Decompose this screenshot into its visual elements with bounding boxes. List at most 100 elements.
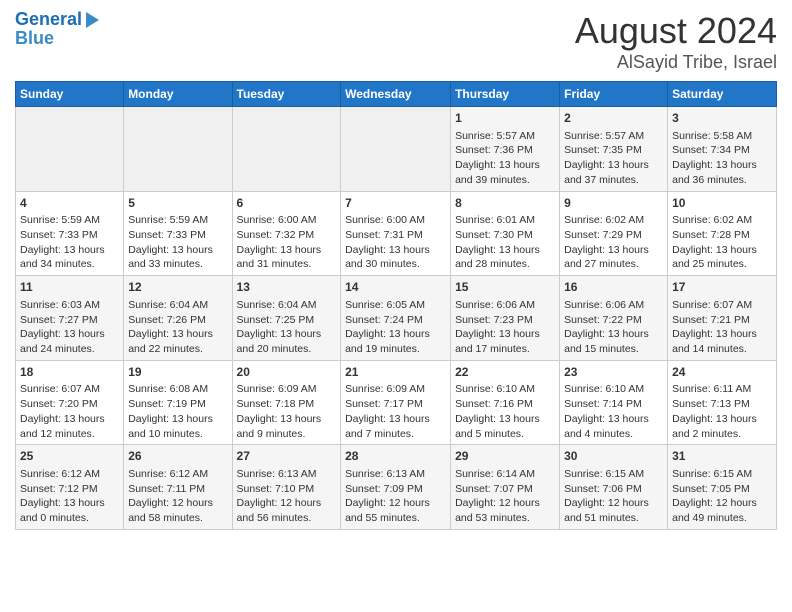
day-number: 29 — [455, 448, 555, 465]
day-info: Sunset: 7:30 PM — [455, 228, 555, 243]
day-info: Daylight: 13 hours and 20 minutes. — [237, 327, 337, 356]
calendar-cell: 3Sunrise: 5:58 AMSunset: 7:34 PMDaylight… — [668, 107, 777, 192]
day-info: Sunset: 7:25 PM — [237, 313, 337, 328]
logo-blue: Blue — [15, 28, 54, 49]
day-info: Daylight: 13 hours and 25 minutes. — [672, 243, 772, 272]
week-row-5: 25Sunrise: 6:12 AMSunset: 7:12 PMDayligh… — [16, 445, 777, 530]
day-info: Sunrise: 6:10 AM — [564, 382, 663, 397]
day-info: Daylight: 12 hours and 56 minutes. — [237, 496, 337, 525]
day-info: Daylight: 13 hours and 30 minutes. — [345, 243, 446, 272]
calendar-cell: 23Sunrise: 6:10 AMSunset: 7:14 PMDayligh… — [560, 360, 668, 445]
calendar-cell — [16, 107, 124, 192]
day-info: Sunrise: 6:15 AM — [672, 467, 772, 482]
day-info: Daylight: 13 hours and 9 minutes. — [237, 412, 337, 441]
day-info: Daylight: 13 hours and 17 minutes. — [455, 327, 555, 356]
day-info: Sunset: 7:29 PM — [564, 228, 663, 243]
page-header: General Blue August 2024 AlSayid Tribe, … — [15, 10, 777, 73]
day-number: 19 — [128, 364, 227, 381]
day-info: Sunset: 7:35 PM — [564, 143, 663, 158]
week-row-1: 1Sunrise: 5:57 AMSunset: 7:36 PMDaylight… — [16, 107, 777, 192]
day-number: 15 — [455, 279, 555, 296]
weekday-header-row: SundayMondayTuesdayWednesdayThursdayFrid… — [16, 82, 777, 107]
day-info: Sunrise: 6:00 AM — [237, 213, 337, 228]
calendar-cell: 20Sunrise: 6:09 AMSunset: 7:18 PMDayligh… — [232, 360, 341, 445]
day-number: 24 — [672, 364, 772, 381]
day-number: 27 — [237, 448, 337, 465]
day-info: Sunrise: 5:59 AM — [20, 213, 119, 228]
day-info: Daylight: 13 hours and 4 minutes. — [564, 412, 663, 441]
calendar-cell: 26Sunrise: 6:12 AMSunset: 7:11 PMDayligh… — [124, 445, 232, 530]
day-info: Sunset: 7:19 PM — [128, 397, 227, 412]
calendar-cell: 25Sunrise: 6:12 AMSunset: 7:12 PMDayligh… — [16, 445, 124, 530]
day-info: Daylight: 12 hours and 51 minutes. — [564, 496, 663, 525]
day-number: 7 — [345, 195, 446, 212]
weekday-header-monday: Monday — [124, 82, 232, 107]
day-info: Daylight: 13 hours and 10 minutes. — [128, 412, 227, 441]
day-number: 1 — [455, 110, 555, 127]
day-info: Sunset: 7:34 PM — [672, 143, 772, 158]
day-info: Sunrise: 6:12 AM — [20, 467, 119, 482]
day-number: 21 — [345, 364, 446, 381]
calendar-title: August 2024 — [575, 10, 777, 52]
day-number: 25 — [20, 448, 119, 465]
day-info: Daylight: 13 hours and 27 minutes. — [564, 243, 663, 272]
day-info: Sunset: 7:11 PM — [128, 482, 227, 497]
day-info: Sunrise: 6:06 AM — [455, 298, 555, 313]
day-info: Sunset: 7:27 PM — [20, 313, 119, 328]
day-info: Sunrise: 6:12 AM — [128, 467, 227, 482]
day-info: Sunset: 7:17 PM — [345, 397, 446, 412]
day-info: Sunset: 7:23 PM — [455, 313, 555, 328]
day-info: Daylight: 13 hours and 24 minutes. — [20, 327, 119, 356]
day-info: Sunset: 7:07 PM — [455, 482, 555, 497]
calendar-cell — [124, 107, 232, 192]
day-info: Sunset: 7:12 PM — [20, 482, 119, 497]
day-info: Daylight: 12 hours and 53 minutes. — [455, 496, 555, 525]
day-number: 5 — [128, 195, 227, 212]
day-info: Sunset: 7:13 PM — [672, 397, 772, 412]
day-info: Daylight: 13 hours and 2 minutes. — [672, 412, 772, 441]
day-number: 17 — [672, 279, 772, 296]
day-info: Sunrise: 6:09 AM — [237, 382, 337, 397]
day-info: Daylight: 13 hours and 39 minutes. — [455, 158, 555, 187]
day-number: 12 — [128, 279, 227, 296]
calendar-cell: 27Sunrise: 6:13 AMSunset: 7:10 PMDayligh… — [232, 445, 341, 530]
day-number: 31 — [672, 448, 772, 465]
weekday-header-friday: Friday — [560, 82, 668, 107]
day-info: Daylight: 13 hours and 36 minutes. — [672, 158, 772, 187]
day-info: Sunrise: 6:00 AM — [345, 213, 446, 228]
day-info: Daylight: 13 hours and 5 minutes. — [455, 412, 555, 441]
day-info: Sunrise: 6:09 AM — [345, 382, 446, 397]
day-info: Daylight: 13 hours and 31 minutes. — [237, 243, 337, 272]
calendar-cell: 29Sunrise: 6:14 AMSunset: 7:07 PMDayligh… — [451, 445, 560, 530]
calendar-cell: 2Sunrise: 5:57 AMSunset: 7:35 PMDaylight… — [560, 107, 668, 192]
day-number: 23 — [564, 364, 663, 381]
day-info: Sunrise: 6:06 AM — [564, 298, 663, 313]
calendar-cell: 5Sunrise: 5:59 AMSunset: 7:33 PMDaylight… — [124, 191, 232, 276]
day-number: 8 — [455, 195, 555, 212]
weekday-header-sunday: Sunday — [16, 82, 124, 107]
weekday-header-thursday: Thursday — [451, 82, 560, 107]
day-number: 26 — [128, 448, 227, 465]
day-info: Sunrise: 6:13 AM — [345, 467, 446, 482]
calendar-cell: 22Sunrise: 6:10 AMSunset: 7:16 PMDayligh… — [451, 360, 560, 445]
day-info: Sunrise: 6:07 AM — [672, 298, 772, 313]
day-info: Sunset: 7:14 PM — [564, 397, 663, 412]
calendar-cell: 18Sunrise: 6:07 AMSunset: 7:20 PMDayligh… — [16, 360, 124, 445]
calendar-cell: 16Sunrise: 6:06 AMSunset: 7:22 PMDayligh… — [560, 276, 668, 361]
day-info: Daylight: 13 hours and 7 minutes. — [345, 412, 446, 441]
day-number: 11 — [20, 279, 119, 296]
day-info: Sunrise: 6:13 AM — [237, 467, 337, 482]
day-info: Sunset: 7:18 PM — [237, 397, 337, 412]
week-row-3: 11Sunrise: 6:03 AMSunset: 7:27 PMDayligh… — [16, 276, 777, 361]
day-info: Daylight: 13 hours and 28 minutes. — [455, 243, 555, 272]
day-number: 20 — [237, 364, 337, 381]
day-info: Sunset: 7:26 PM — [128, 313, 227, 328]
calendar-cell: 14Sunrise: 6:05 AMSunset: 7:24 PMDayligh… — [341, 276, 451, 361]
calendar-cell — [341, 107, 451, 192]
calendar-cell: 31Sunrise: 6:15 AMSunset: 7:05 PMDayligh… — [668, 445, 777, 530]
day-info: Daylight: 13 hours and 33 minutes. — [128, 243, 227, 272]
weekday-header-tuesday: Tuesday — [232, 82, 341, 107]
day-number: 18 — [20, 364, 119, 381]
day-info: Sunrise: 6:02 AM — [672, 213, 772, 228]
day-info: Sunrise: 6:03 AM — [20, 298, 119, 313]
